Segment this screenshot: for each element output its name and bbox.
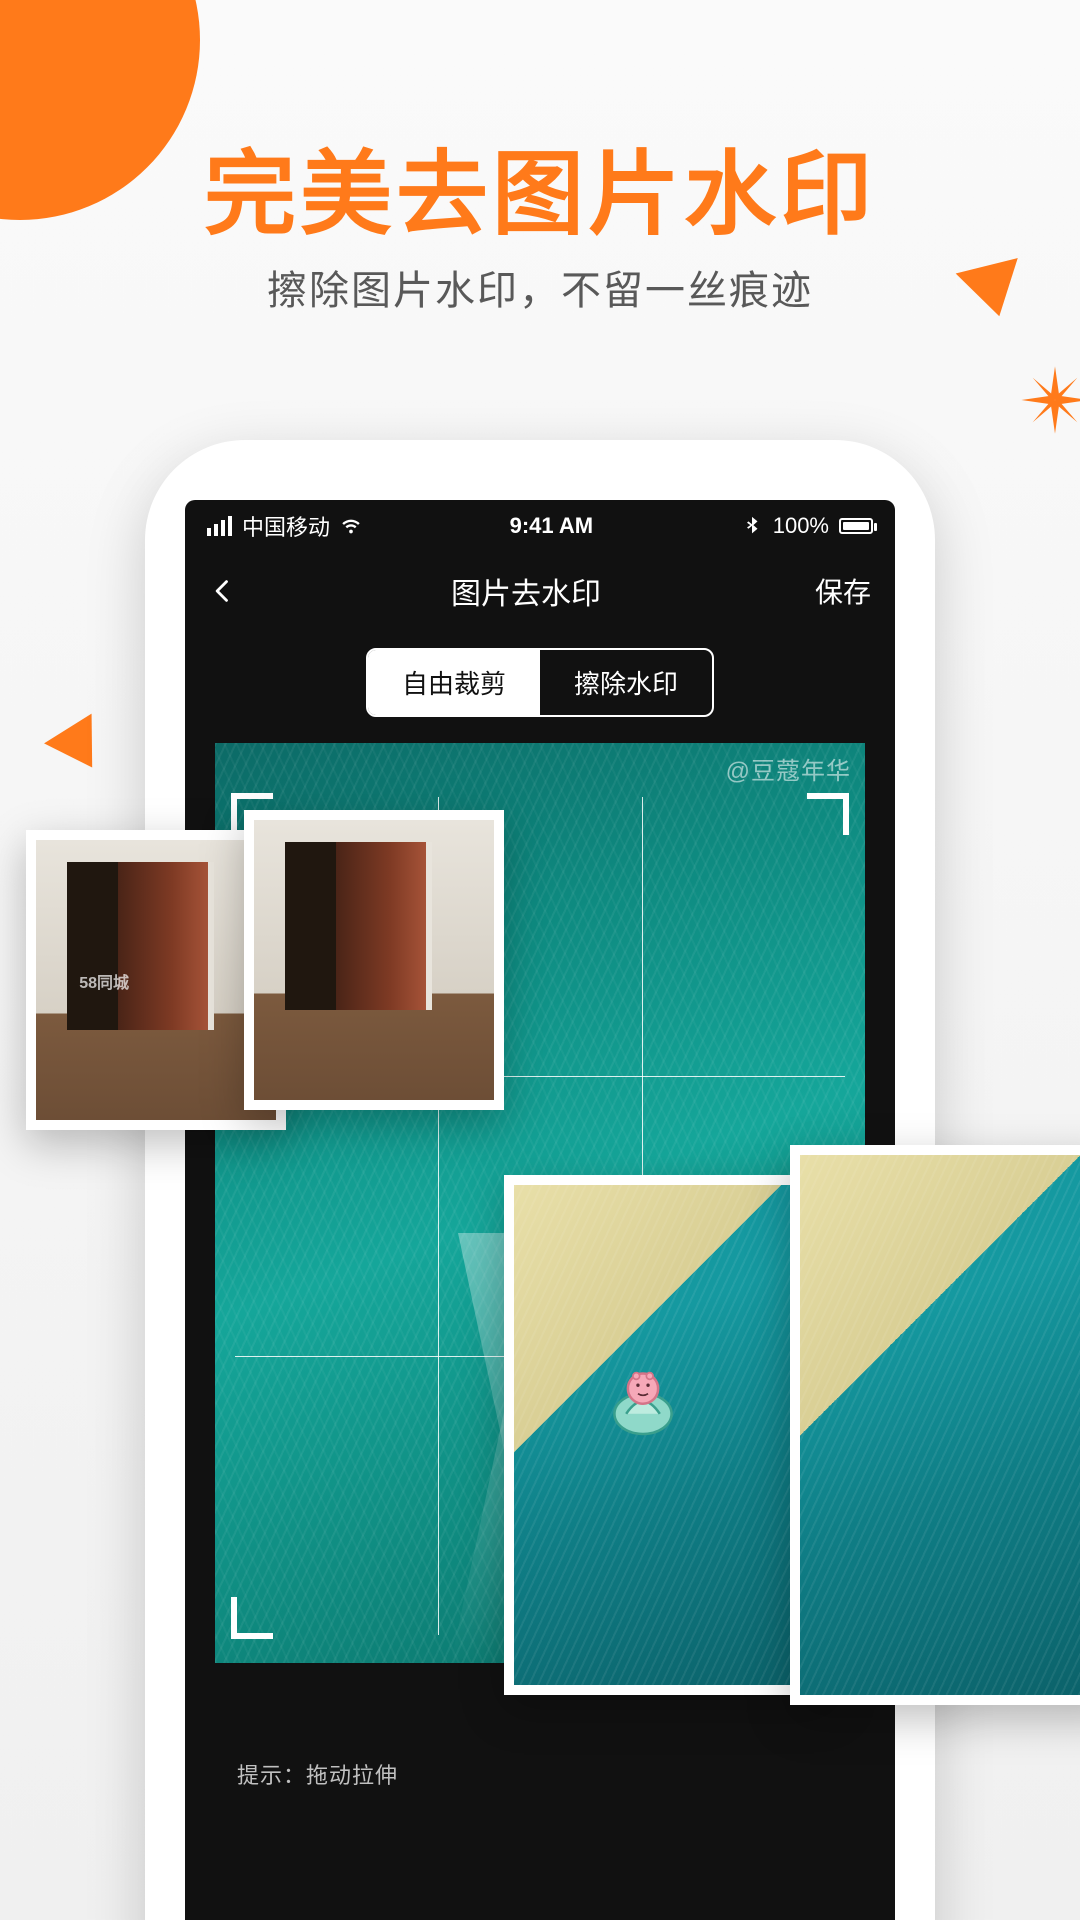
tab-free-crop[interactable]: 自由裁剪 — [368, 650, 540, 715]
crop-handle-bottom-left[interactable] — [231, 1597, 273, 1639]
thumbnail-beach-after — [790, 1145, 1080, 1705]
sticker-icon — [601, 1355, 685, 1439]
thumbnail-beach-before — [504, 1175, 834, 1695]
wifi-icon — [340, 515, 362, 537]
promo-headline: 完美去图片水印 — [0, 120, 1080, 253]
thumbnail-watermark-text: 58同城 — [79, 969, 129, 993]
hint-text: 提示：拖动拉伸 — [237, 1758, 398, 1790]
status-time: 9:41 AM — [510, 513, 594, 539]
back-button[interactable] — [209, 577, 237, 605]
hint-body: 拖动拉伸 — [306, 1763, 398, 1788]
nav-title: 图片去水印 — [451, 569, 601, 613]
crop-handle-top-right[interactable] — [807, 793, 849, 835]
nav-bar: 图片去水印 保存 — [185, 552, 895, 630]
promo-subhead: 擦除图片水印，不留一丝痕迹 — [0, 258, 1080, 316]
deco-triangle-2 — [44, 714, 116, 783]
mode-segmented-control: 自由裁剪 擦除水印 — [185, 630, 895, 743]
tab-erase-watermark[interactable]: 擦除水印 — [540, 650, 712, 715]
hint-prefix: 提示： — [237, 1763, 306, 1788]
carrier-label: 中国移动 — [242, 510, 330, 542]
deco-starburst-icon — [1020, 365, 1080, 435]
battery-icon — [839, 518, 873, 534]
bluetooth-icon — [741, 515, 763, 537]
battery-percent: 100% — [773, 513, 829, 539]
thumbnail-room-after — [244, 810, 504, 1110]
status-bar: 中国移动 9:41 AM 100% — [185, 500, 895, 552]
source-watermark-text: @豆蔻年华 — [726, 751, 851, 786]
save-button[interactable]: 保存 — [815, 571, 871, 611]
signal-icon — [207, 516, 232, 536]
